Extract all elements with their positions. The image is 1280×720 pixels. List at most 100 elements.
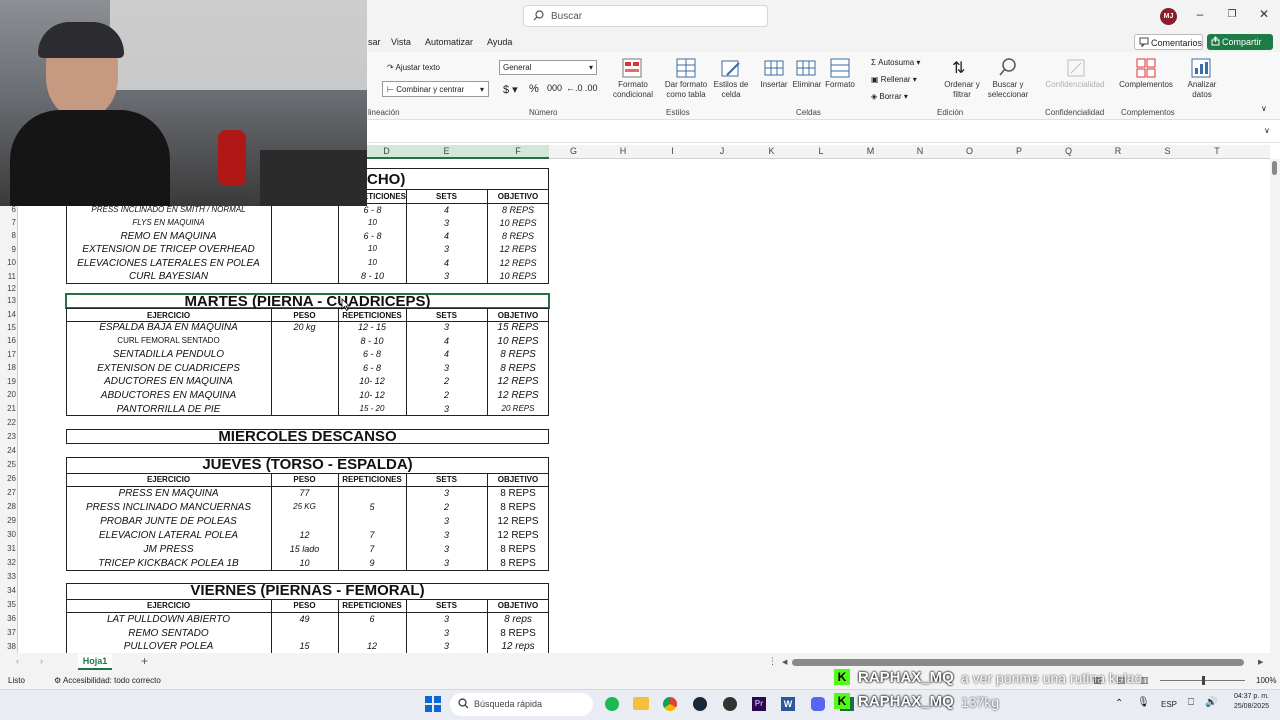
exercise-cell[interactable]: ADUCTORES EN MAQUINA bbox=[66, 376, 271, 387]
reps-cell[interactable]: 12 - 15 bbox=[338, 322, 406, 332]
sets-cell[interactable]: 3 bbox=[406, 363, 487, 373]
row-number[interactable]: 34 bbox=[0, 586, 16, 595]
weight-cell[interactable]: 25 KG bbox=[271, 502, 338, 511]
goal-cell[interactable]: 12 reps bbox=[487, 641, 549, 652]
column-header-h[interactable]: H bbox=[598, 146, 648, 156]
tray-chevron-icon[interactable]: ⌃ bbox=[1115, 698, 1123, 709]
header-sets[interactable]: SETS bbox=[406, 601, 487, 610]
thursday-title[interactable]: JUEVES (TORSO - ESPALDA) bbox=[66, 456, 549, 473]
sets-cell[interactable]: 3 bbox=[406, 544, 487, 554]
merge-center-button[interactable]: ⊢ Combinar y centrar ▾ bbox=[382, 81, 489, 97]
sets-cell[interactable]: 3 bbox=[406, 641, 487, 651]
sets-cell[interactable]: 4 bbox=[406, 231, 487, 241]
tab-vista[interactable]: Vista bbox=[391, 37, 411, 47]
exercise-cell[interactable]: JM PRESS bbox=[66, 544, 271, 555]
reps-cell[interactable]: 6 bbox=[338, 614, 406, 624]
column-header-o[interactable]: O bbox=[945, 146, 994, 156]
friday-title[interactable]: VIERNES (PIERNAS - FEMORAL) bbox=[66, 582, 549, 599]
row-number[interactable]: 15 bbox=[0, 323, 16, 332]
weight-cell[interactable]: 10 bbox=[271, 558, 338, 568]
share-button[interactable]: Compartir bbox=[1207, 34, 1273, 50]
sets-cell[interactable]: 3 bbox=[406, 488, 487, 498]
reps-cell[interactable]: 10- 12 bbox=[338, 376, 406, 386]
row-number[interactable]: 7 bbox=[0, 218, 16, 227]
row-number[interactable]: 11 bbox=[0, 272, 16, 281]
goal-cell[interactable]: 12 REPS bbox=[487, 530, 549, 541]
reps-cell[interactable]: 6 - 8 bbox=[339, 231, 406, 241]
exercise-cell[interactable]: FLYS EN MAQUINA bbox=[66, 218, 271, 227]
tab-ayuda[interactable]: Ayuda bbox=[487, 37, 512, 47]
row-number[interactable]: 6 bbox=[0, 205, 16, 214]
next-sheet-icon[interactable]: › bbox=[40, 656, 43, 666]
goal-cell[interactable]: 12 REPS bbox=[487, 376, 549, 387]
reps-cell[interactable]: 10- 12 bbox=[338, 390, 406, 400]
goal-cell[interactable]: 10 REPS bbox=[487, 218, 549, 228]
sets-cell[interactable]: 3 bbox=[406, 244, 487, 254]
goal-cell[interactable]: 12 REPS bbox=[487, 258, 549, 268]
goal-cell[interactable]: 8 REPS bbox=[487, 628, 549, 639]
reps-cell[interactable]: 7 bbox=[338, 544, 406, 554]
weight-cell[interactable]: 15 lado bbox=[271, 544, 338, 554]
column-header-d[interactable]: D bbox=[367, 146, 406, 156]
row-number[interactable]: 32 bbox=[0, 558, 16, 567]
wednesday-title[interactable]: MIERCOLES DESCANSO bbox=[66, 428, 549, 445]
exercise-cell[interactable]: REMO EN MAQUINA bbox=[66, 231, 271, 242]
reps-cell[interactable]: 6 - 8 bbox=[339, 205, 406, 215]
close-icon[interactable]: ✕ bbox=[1254, 7, 1274, 21]
reps-cell[interactable]: 12 bbox=[338, 641, 406, 651]
row-number[interactable]: 21 bbox=[0, 404, 16, 413]
goal-cell[interactable]: 8 REPS bbox=[487, 544, 549, 555]
file-explorer-icon[interactable] bbox=[633, 697, 649, 710]
steam-icon[interactable] bbox=[693, 697, 707, 711]
header-reps[interactable]: REPETICIONES bbox=[338, 475, 406, 484]
minimize-icon[interactable]: – bbox=[1190, 7, 1210, 21]
exercise-cell[interactable]: EXTENSION DE TRICEP OVERHEAD bbox=[66, 244, 271, 255]
header-goal[interactable]: OBJETIVO bbox=[487, 192, 549, 201]
goal-cell[interactable]: 8 reps bbox=[487, 614, 549, 625]
find-select-button[interactable]: Buscar y seleccionar bbox=[983, 80, 1033, 100]
sets-cell[interactable]: 3 bbox=[406, 218, 487, 228]
fill-button[interactable]: ▣ Rellenar ▾ bbox=[871, 75, 917, 84]
sets-cell[interactable]: 2 bbox=[406, 502, 487, 512]
weight-cell[interactable]: 15 bbox=[271, 641, 338, 651]
row-number[interactable]: 38 bbox=[0, 642, 16, 651]
spotify-icon[interactable] bbox=[605, 697, 619, 711]
row-number[interactable]: 20 bbox=[0, 390, 16, 399]
analyze-data-button[interactable]: Analizar datos bbox=[1183, 80, 1221, 100]
tab-automatizar[interactable]: Automatizar bbox=[425, 37, 473, 47]
sets-cell[interactable]: 3 bbox=[406, 530, 487, 540]
column-header-i[interactable]: I bbox=[648, 146, 697, 156]
reps-cell[interactable]: 5 bbox=[338, 502, 406, 512]
row-number[interactable]: 18 bbox=[0, 363, 16, 372]
exercise-cell[interactable]: REMO SENTADO bbox=[66, 628, 271, 639]
column-header-k[interactable]: K bbox=[747, 146, 796, 156]
row-number[interactable]: 12 bbox=[0, 284, 16, 293]
header-weight[interactable]: PESO bbox=[271, 601, 338, 610]
vertical-scrollbar[interactable] bbox=[1270, 159, 1280, 653]
reps-cell[interactable]: 6 - 8 bbox=[338, 349, 406, 359]
more-options-icon[interactable]: ⋮ bbox=[768, 656, 777, 667]
delete-button[interactable]: Eliminar bbox=[789, 80, 825, 90]
sets-cell[interactable]: 3 bbox=[406, 516, 487, 526]
goal-cell[interactable]: 8 REPS bbox=[487, 488, 549, 499]
reps-cell[interactable]: 6 - 8 bbox=[338, 363, 406, 373]
sort-filter-button[interactable]: Ordenar y filtrar bbox=[941, 80, 983, 100]
premiere-icon[interactable]: Pr bbox=[752, 697, 766, 711]
row-number[interactable]: 33 bbox=[0, 572, 16, 581]
decrease-decimal-icon[interactable]: .00 bbox=[585, 83, 598, 93]
scroll-right-icon[interactable]: ▶ bbox=[1258, 658, 1263, 666]
column-header-p[interactable]: P bbox=[994, 146, 1044, 156]
column-header-j[interactable]: J bbox=[697, 146, 747, 156]
sets-cell[interactable]: 3 bbox=[406, 628, 487, 638]
horizontal-scroll-thumb[interactable] bbox=[792, 659, 1244, 666]
header-weight[interactable]: PESO bbox=[271, 311, 338, 320]
discord-icon[interactable] bbox=[811, 697, 825, 711]
column-header-n[interactable]: N bbox=[895, 146, 945, 156]
volume-icon[interactable]: 🔊 bbox=[1205, 697, 1217, 708]
exercise-cell[interactable]: CURL BAYESIAN bbox=[66, 271, 271, 282]
tab-revisar[interactable]: sar bbox=[368, 37, 381, 47]
microphone-icon[interactable]: 🎙 bbox=[1137, 697, 1150, 708]
exercise-cell[interactable]: PRESS EN MAQUINA bbox=[66, 488, 271, 499]
header-exercise[interactable]: EJERCICIO bbox=[66, 601, 271, 610]
number-format-select[interactable]: General ▾ bbox=[499, 60, 597, 75]
